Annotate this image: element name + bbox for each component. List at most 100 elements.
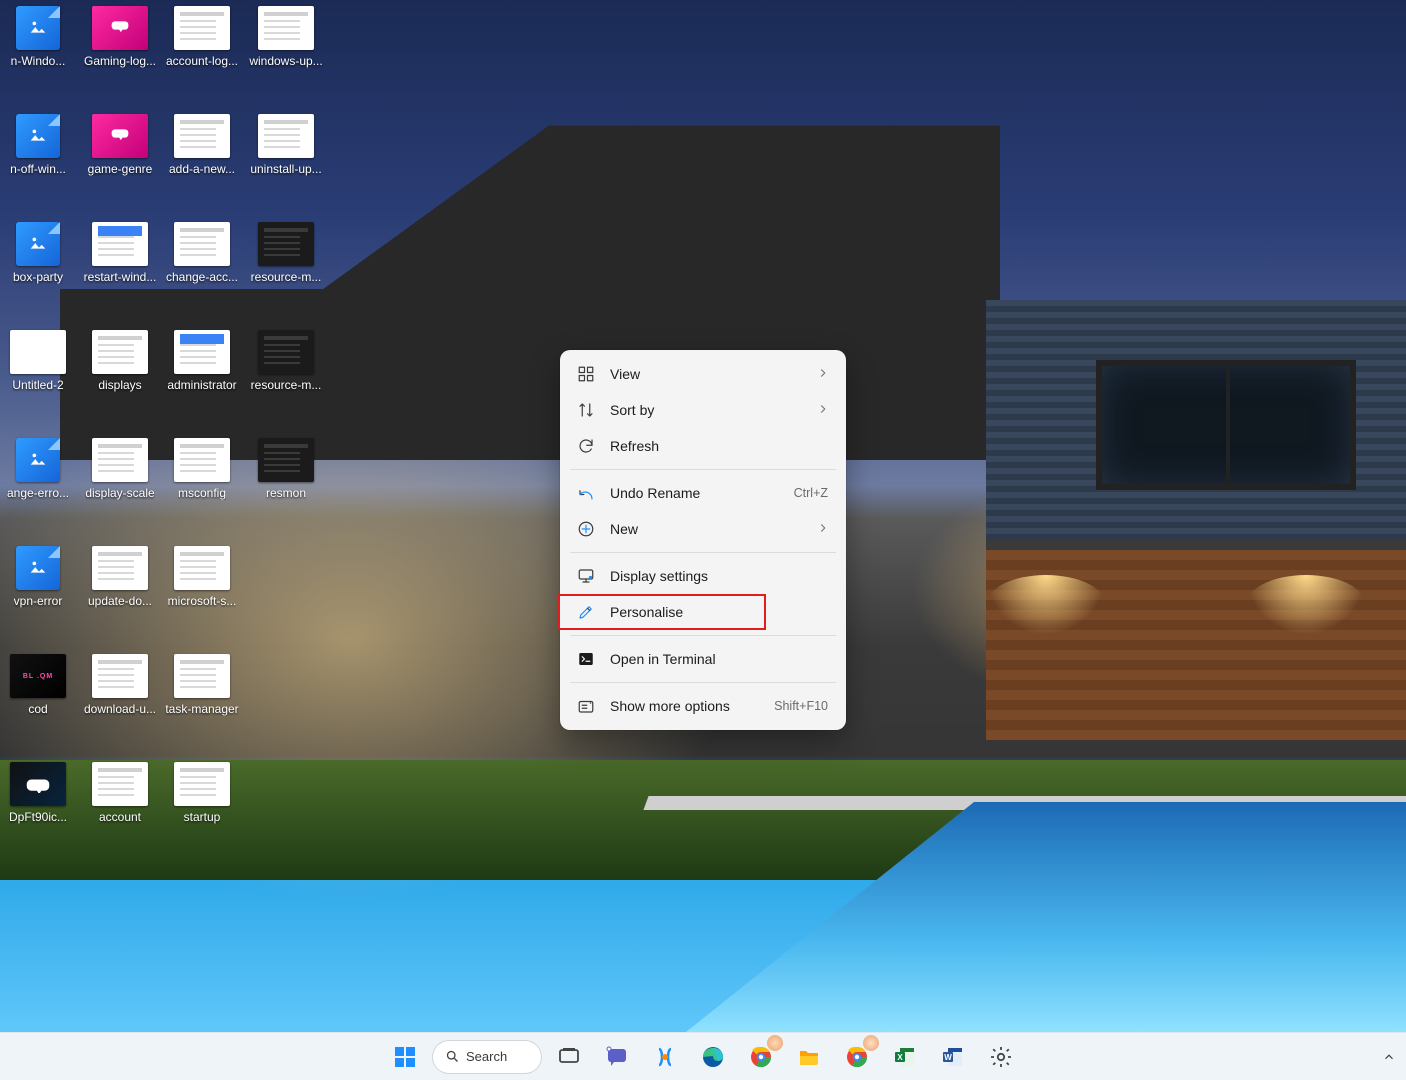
desktop-icon[interactable]: update-do...	[78, 540, 162, 648]
desktop-icon[interactable]: add-a-new...	[160, 108, 244, 216]
desktop-icon[interactable]: change-acc...	[160, 216, 244, 324]
task-view-button[interactable]	[549, 1037, 589, 1077]
desktop-icon[interactable]: ange-erro...	[0, 432, 80, 540]
desktop-icon[interactable]: box-party	[0, 216, 80, 324]
desktop-icon-thumbnail	[16, 6, 60, 50]
desktop-icon-thumbnail	[174, 330, 230, 374]
refresh-icon	[576, 436, 596, 456]
desktop-icon-column: windows-up...uninstall-up...resource-m..…	[244, 0, 328, 540]
context-menu-item-label: Refresh	[610, 438, 659, 454]
desktop-icon[interactable]: Gaming-log...	[78, 0, 162, 108]
desktop-icon-label: download-u...	[84, 702, 156, 716]
desktop-icon[interactable]: displays	[78, 324, 162, 432]
desktop-icon[interactable]: resource-m...	[244, 324, 328, 432]
chat-button[interactable]	[597, 1037, 637, 1077]
desktop-icon[interactable]: BL .QMcod	[0, 648, 80, 756]
display-icon	[576, 566, 596, 586]
desktop-icon-thumbnail	[174, 6, 230, 50]
desktop-icon-label: displays	[98, 378, 141, 392]
chrome-profile-badge	[767, 1035, 783, 1051]
desktop-icon-thumbnail	[258, 438, 314, 482]
context-menu-item-sort[interactable]: Sort by	[566, 392, 840, 428]
desktop-icon[interactable]: resource-m...	[244, 216, 328, 324]
desktop-icon[interactable]: DpFt90ic...	[0, 756, 80, 864]
chrome-button-2[interactable]	[837, 1037, 877, 1077]
settings-button[interactable]	[981, 1037, 1021, 1077]
context-menu-separator	[570, 682, 836, 683]
new-icon	[576, 519, 596, 539]
excel-button[interactable]: X	[885, 1037, 925, 1077]
context-menu-item-label: Sort by	[610, 402, 654, 418]
desktop-icon-thumbnail	[92, 114, 148, 158]
context-menu-item-terminal[interactable]: Open in Terminal	[566, 641, 840, 677]
edge-button[interactable]	[693, 1037, 733, 1077]
context-menu-item-label: Undo Rename	[610, 485, 700, 501]
start-button[interactable]	[385, 1037, 425, 1077]
desktop-icon-thumbnail	[10, 762, 66, 806]
file-explorer-button[interactable]	[789, 1037, 829, 1077]
desktop-icon[interactable]: game-genre	[78, 108, 162, 216]
word-button[interactable]: W	[933, 1037, 973, 1077]
desktop-icon-thumbnail	[92, 438, 148, 482]
desktop-icon[interactable]: display-scale	[78, 432, 162, 540]
context-menu-item-view[interactable]: View	[566, 356, 840, 392]
desktop-icon-thumbnail	[174, 114, 230, 158]
context-menu-item-personalise[interactable]: Personalise	[566, 594, 840, 630]
desktop-icon[interactable]: download-u...	[78, 648, 162, 756]
svg-text:W: W	[944, 1053, 952, 1062]
personalise-icon	[576, 602, 596, 622]
chrome-button[interactable]	[741, 1037, 781, 1077]
desktop-icon-label: resource-m...	[251, 378, 322, 392]
desktop-icon[interactable]: task-manager	[160, 648, 244, 756]
desktop-icon[interactable]: n-off-win...	[0, 108, 80, 216]
chevron-right-icon	[816, 521, 830, 538]
desktop-icon-thumbnail	[258, 222, 314, 266]
word-icon: W	[941, 1045, 965, 1069]
desktop-icon-label: startup	[184, 810, 221, 824]
more-icon	[576, 696, 596, 716]
context-menu-item-label: Open in Terminal	[610, 651, 716, 667]
task-view-icon	[557, 1045, 581, 1069]
desktop-icon[interactable]: administrator	[160, 324, 244, 432]
desktop-icon[interactable]: microsoft-s...	[160, 540, 244, 648]
desktop-icon[interactable]: uninstall-up...	[244, 108, 328, 216]
desktop-icon-label: DpFt90ic...	[9, 810, 67, 824]
context-menu-item-display[interactable]: Display settings	[566, 558, 840, 594]
desktop-icon-thumbnail	[92, 6, 148, 50]
copilot-button[interactable]	[645, 1037, 685, 1077]
context-menu-shortcut: Ctrl+Z	[794, 486, 828, 500]
context-menu-item-refresh[interactable]: Refresh	[566, 428, 840, 464]
context-menu-item-new[interactable]: New	[566, 511, 840, 547]
desktop-icon-thumbnail	[16, 438, 60, 482]
desktop-icon[interactable]: msconfig	[160, 432, 244, 540]
desktop-icon[interactable]: n-Windo...	[0, 0, 80, 108]
desktop-icon-label: ange-erro...	[7, 486, 69, 500]
desktop-icon[interactable]: Untitled-2	[0, 324, 80, 432]
context-menu-item-label: Show more options	[610, 698, 730, 714]
desktop-icon[interactable]: vpn-error	[0, 540, 80, 648]
desktop-icon-label: game-genre	[88, 162, 153, 176]
context-menu-item-more[interactable]: Show more optionsShift+F10	[566, 688, 840, 724]
desktop[interactable]: n-Windo...n-off-win...box-partyUntitled-…	[0, 0, 1406, 1080]
desktop-icon[interactable]: windows-up...	[244, 0, 328, 108]
copilot-icon	[653, 1045, 677, 1069]
desktop-icon[interactable]: startup	[160, 756, 244, 864]
desktop-icon-label: vpn-error	[14, 594, 63, 608]
context-menu-separator	[570, 469, 836, 470]
view-icon	[576, 364, 596, 384]
desktop-icon[interactable]: restart-wind...	[78, 216, 162, 324]
desktop-icon[interactable]: account	[78, 756, 162, 864]
desktop-icon-thumbnail	[174, 438, 230, 482]
desktop-icon-thumbnail	[92, 762, 148, 806]
chrome-profile-badge	[863, 1035, 879, 1051]
context-menu-item-undo[interactable]: Undo Rename Ctrl+Z	[566, 475, 840, 511]
wallpaper-wood	[986, 540, 1406, 740]
desktop-icon-thumbnail	[258, 6, 314, 50]
wallpaper-spotlight	[1246, 575, 1366, 635]
desktop-icon[interactable]: account-log...	[160, 0, 244, 108]
taskbar-search[interactable]: Search	[433, 1041, 541, 1073]
desktop-icon-column: n-Windo...n-off-win...box-partyUntitled-…	[0, 0, 80, 864]
system-tray[interactable]	[1382, 1033, 1396, 1080]
desktop-icon[interactable]: resmon	[244, 432, 328, 540]
desktop-icon-thumbnail	[16, 546, 60, 590]
